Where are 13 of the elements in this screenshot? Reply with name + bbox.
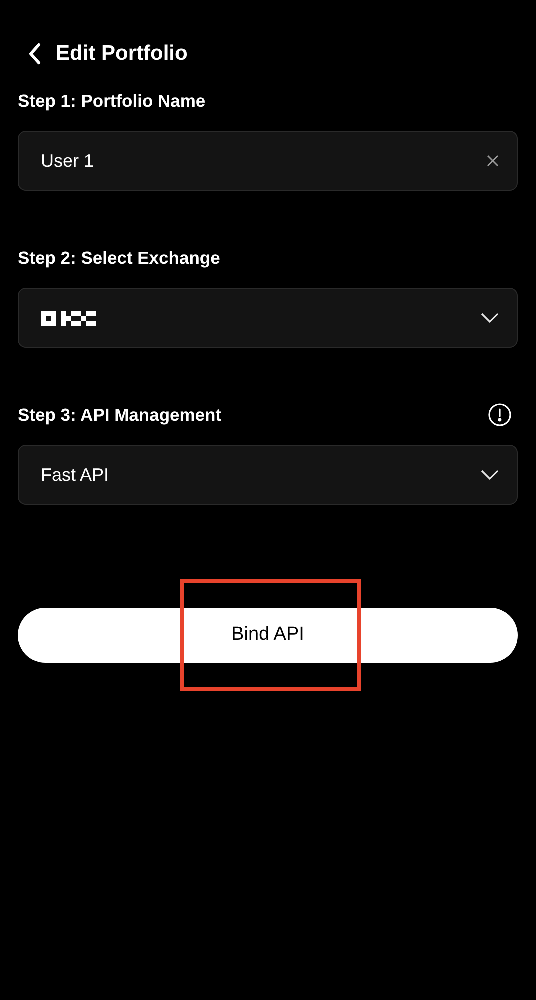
step-label: Step 1: Portfolio Name [18, 90, 206, 113]
clear-icon[interactable] [487, 155, 499, 167]
chevron-down-icon [481, 470, 499, 480]
bind-api-button[interactable]: Bind API [18, 608, 518, 663]
step-label: Step 2: Select Exchange [18, 246, 220, 270]
info-icon[interactable] [488, 403, 512, 427]
exchange-logo-icon [41, 310, 96, 326]
page-title: Edit Portfolio [56, 41, 188, 68]
chevron-down-icon [481, 313, 499, 323]
step-label: Step 3: API Management [18, 404, 222, 427]
back-icon[interactable] [28, 43, 42, 65]
api-select[interactable]: Fast API [18, 445, 518, 505]
name-field[interactable]: User 1 [18, 131, 518, 191]
